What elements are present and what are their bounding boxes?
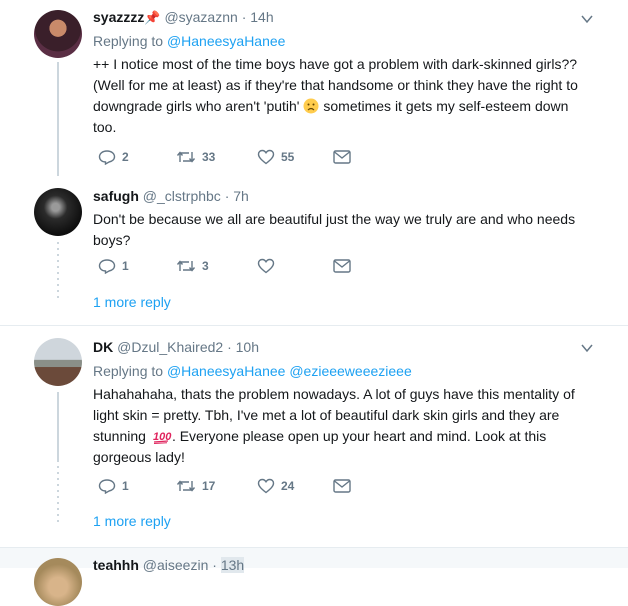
- reply-icon: [98, 259, 116, 274]
- like-button[interactable]: 24: [257, 478, 294, 494]
- reply-button[interactable]: 1: [98, 258, 129, 274]
- divider: [0, 325, 628, 326]
- direct-message-button[interactable]: [333, 259, 351, 273]
- timestamp[interactable]: 13h: [220, 557, 245, 573]
- chevron-down-icon[interactable]: [580, 12, 594, 26]
- pushpin-icon: 📌: [144, 10, 161, 25]
- user-handle[interactable]: @_clstrphbc: [143, 188, 221, 204]
- avatar[interactable]: [34, 558, 82, 606]
- chevron-down-icon[interactable]: [580, 341, 594, 355]
- timestamp[interactable]: 14h: [250, 9, 273, 25]
- heart-icon: [257, 149, 275, 165]
- timestamp[interactable]: 7h: [233, 188, 249, 204]
- retweet-icon: [176, 480, 196, 492]
- like-button[interactable]: 55: [257, 149, 294, 165]
- retweet-button[interactable]: 33: [176, 149, 215, 165]
- display-name[interactable]: safugh: [93, 188, 139, 204]
- user-handle[interactable]: @Dzul_Khaired2: [117, 339, 223, 355]
- reply-icon: [98, 479, 116, 494]
- avatar[interactable]: [34, 10, 82, 58]
- user-handle[interactable]: @aiseezin: [143, 557, 209, 573]
- display-name[interactable]: syazzzz: [93, 9, 144, 25]
- more-replies-link[interactable]: 1 more reply: [93, 513, 171, 529]
- tweet-text: Hahahahaha, thats the problem nowadays. …: [93, 386, 575, 465]
- envelope-icon: [333, 259, 351, 273]
- thread-dots: [57, 466, 59, 526]
- avatar[interactable]: [34, 338, 82, 386]
- display-name[interactable]: teahhh: [93, 557, 139, 573]
- mention-link[interactable]: @HaneesyaHanee: [167, 363, 286, 379]
- direct-message-button[interactable]: [333, 479, 351, 493]
- user-handle[interactable]: @syazaznn: [164, 9, 237, 25]
- mention-link[interactable]: @HaneesyaHanee: [167, 33, 286, 49]
- thread-dots: [57, 242, 59, 302]
- tweet-text: Don't be because we all are beautiful ju…: [93, 211, 576, 248]
- envelope-icon: [333, 479, 351, 493]
- retweet-button[interactable]: 17: [176, 478, 215, 494]
- tweet-text: ++ I notice most of the time boys have g…: [93, 56, 578, 135]
- timestamp[interactable]: 10h: [236, 339, 259, 355]
- heart-icon: [257, 258, 275, 274]
- reply-button[interactable]: 1: [98, 478, 129, 494]
- reply-button[interactable]: 2: [98, 149, 129, 165]
- mention-link[interactable]: @ezieeeweeezieee: [289, 363, 411, 379]
- replying-to: Replying to @HaneesyaHanee: [93, 33, 286, 49]
- direct-message-button[interactable]: [333, 150, 351, 164]
- display-name[interactable]: DK: [93, 339, 113, 355]
- retweet-icon: [176, 151, 196, 163]
- tweet-teahhh[interactable]: teahhh @aiseezin · 13h: [0, 547, 628, 606]
- frowning-face-icon: [303, 98, 319, 114]
- replying-to: Replying to @HaneesyaHanee @ezieeeweeezi…: [93, 363, 412, 379]
- thread-line: [57, 392, 59, 462]
- envelope-icon: [333, 150, 351, 164]
- retweet-icon: [176, 260, 196, 272]
- retweet-button[interactable]: 3: [176, 258, 209, 274]
- hundred-points-icon: 100: [153, 431, 172, 444]
- more-replies-link[interactable]: 1 more reply: [93, 294, 171, 310]
- like-button[interactable]: [257, 258, 275, 274]
- heart-icon: [257, 478, 275, 494]
- avatar[interactable]: [34, 188, 82, 236]
- reply-icon: [98, 150, 116, 165]
- thread-line: [57, 62, 59, 176]
